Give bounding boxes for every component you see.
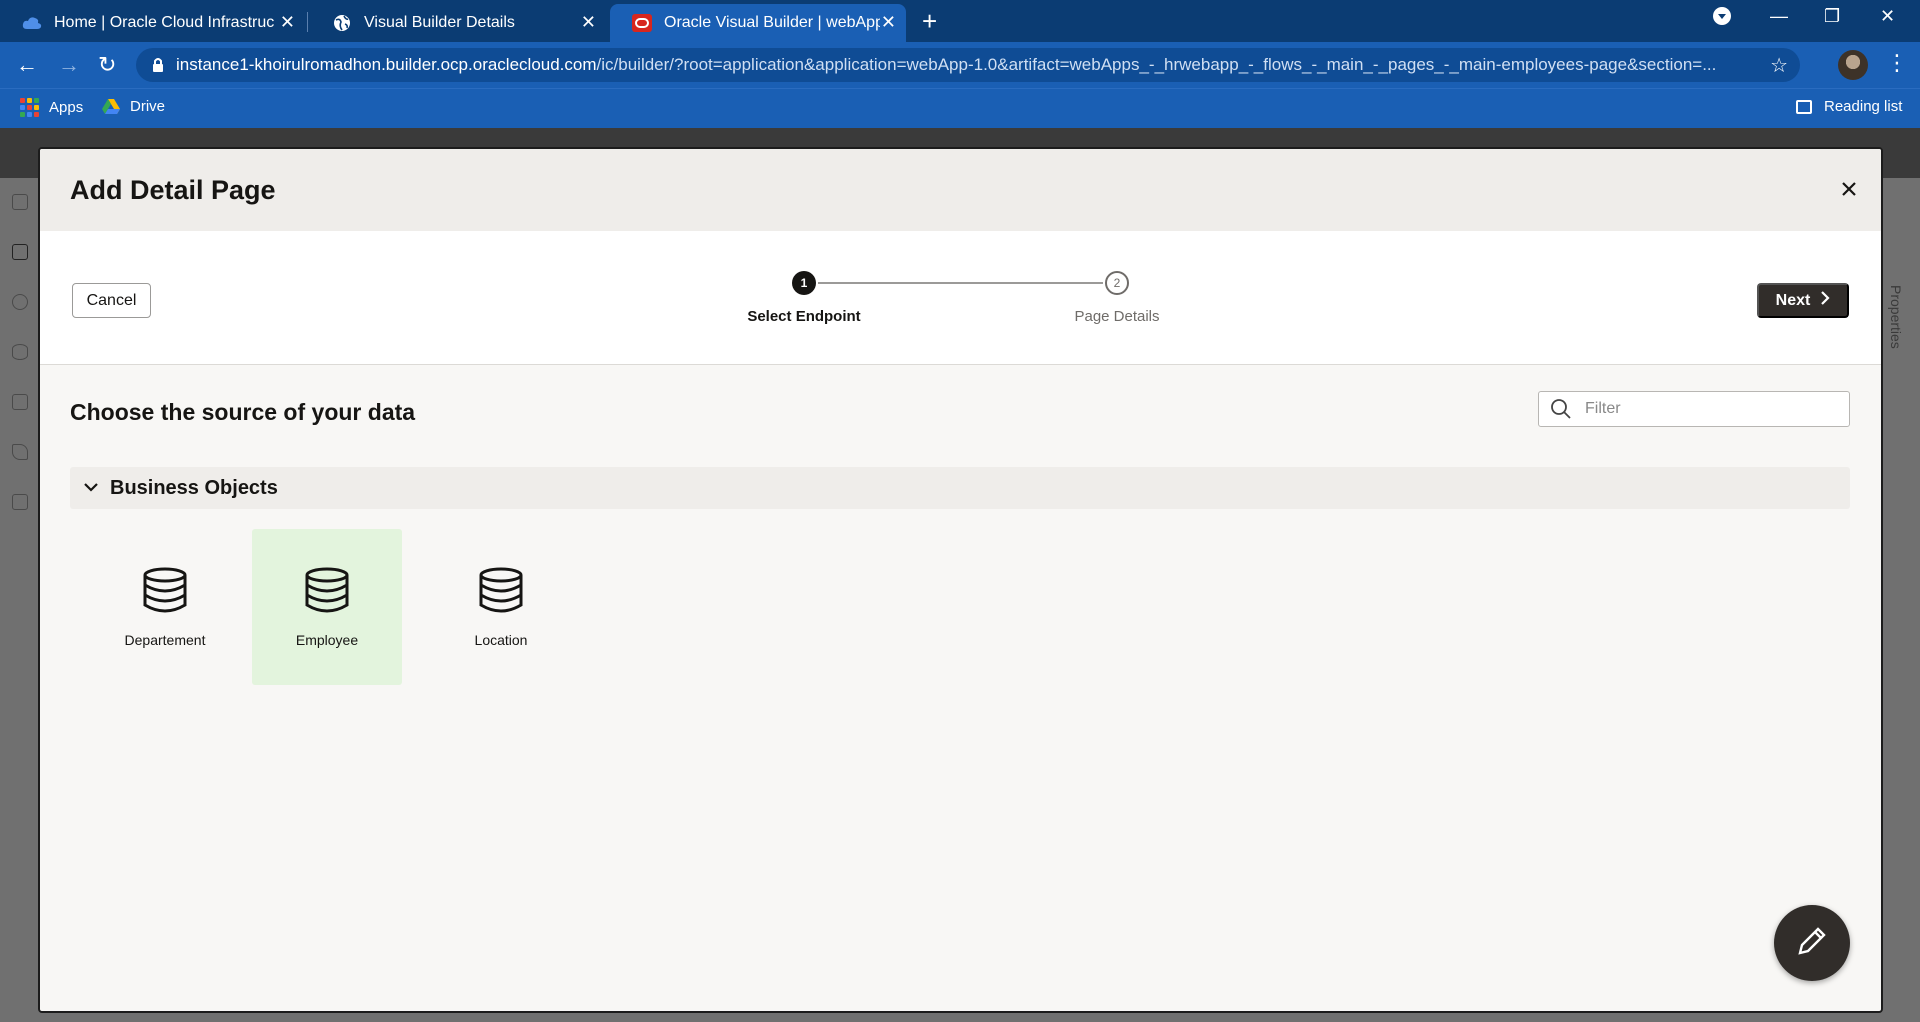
filter-input[interactable]: Filter [1538,391,1850,427]
close-icon[interactable]: ✕ [581,12,596,33]
chevron-down-icon [84,479,98,497]
browser-tab-oci-home[interactable]: Home | Oracle Cloud Infrastructu ✕ [0,4,305,42]
mobile-icon [12,194,28,210]
browser-tab-bar: Home | Oracle Cloud Infrastructu ✕ Visua… [0,0,1920,42]
edit-fab-button[interactable] [1774,905,1850,981]
globe-icon [332,13,352,33]
card-label: Employee [295,632,359,648]
cloud-icon [22,13,42,33]
section-title: Choose the source of your data [70,399,416,425]
profile-avatar[interactable] [1838,50,1868,80]
reading-list-label: Reading list [1824,98,1903,115]
pencil-icon [1795,924,1829,963]
oracle-icon [632,13,652,33]
database-icon [304,567,350,618]
step-2-indicator[interactable]: 2 [1105,271,1129,295]
reading-list-icon [1796,99,1812,114]
processes-icon [12,444,28,460]
cancel-button[interactable]: Cancel [72,283,151,318]
close-icon[interactable]: ✕ [280,12,295,33]
app-left-sidebar [0,178,40,1022]
close-window-icon[interactable]: ✕ [1880,6,1895,27]
business-object-card-employee[interactable]: Employee [252,529,402,685]
next-button-label: Next [1775,291,1811,309]
step-1-label: Select Endpoint [747,308,861,325]
search-icon [1550,398,1572,425]
close-icon[interactable] [1837,177,1861,201]
services-icon [12,294,28,310]
dialog-toolbar: 1 2 Select Endpoint Page Details Cancel … [40,231,1881,365]
restore-icon[interactable]: ❐ [1824,6,1840,27]
database-icon [142,567,188,618]
step-connector [818,282,1103,284]
browser-tab-vb-details[interactable]: Visual Builder Details ✕ [310,4,606,42]
business-objects-group[interactable]: Business Objects [70,467,1850,509]
browser-tab-visual-builder[interactable]: Oracle Visual Builder | webApp-1 ✕ [610,4,906,42]
add-detail-page-dialog: Add Detail Page 1 2 Select Endpoint Page… [38,147,1883,1013]
browser-menu-icon[interactable]: ⋮ [1886,50,1908,76]
lock-icon [152,57,164,78]
bookmark-label: Drive [130,98,166,115]
tab-title: Home | Oracle Cloud Infrastructu [54,14,274,31]
step-1-indicator[interactable]: 1 [792,271,816,295]
card-label: Location [474,632,528,648]
next-button[interactable]: Next [1757,283,1849,318]
chevron-right-icon [1820,291,1830,310]
dialog-title: Add Detail Page [70,175,276,205]
business-object-card-location[interactable]: Location [426,529,576,685]
reload-icon[interactable]: ↻ [98,52,116,78]
desktop-icon [12,244,28,260]
step-train: 1 2 Select Endpoint Page Details [40,231,1881,365]
dialog-header: Add Detail Page [40,149,1881,231]
minimize-icon[interactable]: — [1770,6,1788,27]
tab-title: Oracle Visual Builder | webApp-1 [664,14,880,31]
tab-title: Visual Builder Details [364,14,515,31]
bookmark-drive[interactable]: Drive [102,98,165,115]
bookmarks-bar: Apps Drive Reading list [0,88,1920,128]
back-icon[interactable]: ← [16,52,38,78]
group-title: Business Objects [110,476,278,499]
bookmark-apps[interactable]: Apps [20,98,83,117]
card-label: Departement [124,632,206,648]
url-path: /ic/builder/?root=application&applicatio… [596,55,1717,74]
business-object-card-departement[interactable]: Departement [90,529,240,685]
reading-list-button[interactable]: Reading list [1796,98,1902,115]
apps-grid-icon [20,98,39,117]
url-input[interactable]: instance1-khoirulromadhon.builder.ocp.or… [136,48,1800,82]
bookmark-star-icon[interactable]: ☆ [1770,53,1788,78]
source-icon [12,494,28,510]
database-icon [478,567,524,618]
forward-icon[interactable]: → [58,52,80,78]
tab-search-icon[interactable] [1712,6,1732,31]
step-2-label: Page Details [1074,308,1160,325]
drive-icon [102,98,120,115]
bookmark-label: Apps [49,99,84,116]
properties-tab[interactable]: Properties [1888,285,1904,349]
close-icon[interactable]: ✕ [881,12,896,33]
database-icon [12,344,28,360]
url-host: instance1-khoirulromadhon.builder.ocp.or… [176,55,597,74]
new-tab-icon[interactable]: + [922,6,937,37]
browser-address-bar: ← → ↻ instance1-khoirulromadhon.builder.… [0,42,1920,88]
components-icon [12,394,28,410]
